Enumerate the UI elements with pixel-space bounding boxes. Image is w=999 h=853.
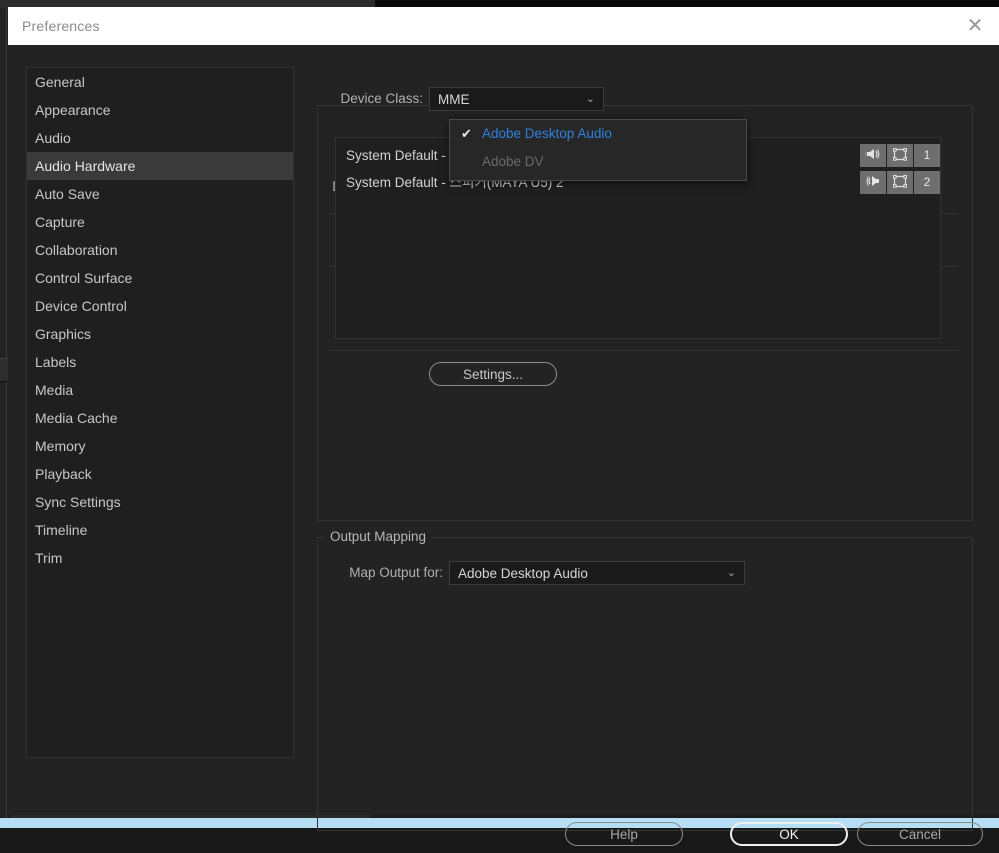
sidebar-item-label: Memory xyxy=(35,438,86,454)
map-output-value: Adobe Desktop Audio xyxy=(458,566,588,581)
dropdown-item-label: Adobe Desktop Audio xyxy=(482,126,612,141)
dialog-body: General Appearance Audio Audio Hardware Auto… xyxy=(8,45,999,815)
speaker-left-icon[interactable] xyxy=(860,144,886,167)
speaker-right-icon[interactable] xyxy=(860,171,886,194)
sidebar-item-label: Audio xyxy=(35,130,71,146)
dialog-footer: Help OK Cancel xyxy=(8,813,999,853)
device-class-value: MME xyxy=(438,92,470,107)
sidebar-item-label: Control Surface xyxy=(35,270,132,286)
help-button[interactable]: Help xyxy=(565,822,683,846)
sidebar-item-appearance[interactable]: Appearance xyxy=(27,96,293,124)
sidebar-item-label: Media Cache xyxy=(35,410,118,426)
sidebar-item-label: Playback xyxy=(35,466,92,482)
preferences-dialog: Preferences ✕ General Appearance Audio Audi… xyxy=(8,7,999,815)
sidebar-item-trim[interactable]: Trim xyxy=(27,544,293,572)
sidebar-item-label: Media xyxy=(35,382,73,398)
sidebar-item-sync-settings[interactable]: Sync Settings xyxy=(27,488,293,516)
sidebar-item-label: Audio Hardware xyxy=(35,158,135,174)
ok-button[interactable]: OK xyxy=(730,822,848,846)
sidebar-item-label: Capture xyxy=(35,214,85,230)
divider xyxy=(329,350,959,351)
channel-number-button[interactable]: 1 xyxy=(914,144,940,167)
dropdown-item-label: Adobe DV xyxy=(482,154,544,169)
sidebar-item-label: General xyxy=(35,74,85,90)
sidebar-item-label: Device Control xyxy=(35,298,127,314)
sidebar-item-label: Sync Settings xyxy=(35,494,121,510)
sidebar-item-label: Trim xyxy=(35,550,62,566)
sidebar-item-label: Appearance xyxy=(35,102,111,118)
sidebar-item-labels[interactable]: Labels xyxy=(27,348,293,376)
sidebar-item-label: Collaboration xyxy=(35,242,118,258)
dialog-title: Preferences xyxy=(22,18,100,34)
cancel-button[interactable]: Cancel xyxy=(857,822,983,846)
sidebar-item-audio[interactable]: Audio xyxy=(27,124,293,152)
settings-button[interactable]: Settings... xyxy=(429,362,557,386)
sidebar-item-capture[interactable]: Capture xyxy=(27,208,293,236)
sidebar-item-general[interactable]: General xyxy=(27,68,293,96)
preferences-category-list[interactable]: General Appearance Audio Audio Hardware Auto… xyxy=(26,67,294,758)
sidebar-item-label: Labels xyxy=(35,354,76,370)
dropdown-item-adobe-desktop-audio[interactable]: ✔ Adobe Desktop Audio xyxy=(450,120,746,148)
check-icon: ✔ xyxy=(461,120,472,148)
sidebar-item-audio-hardware[interactable]: Audio Hardware xyxy=(27,152,293,180)
chevron-down-icon: ⌄ xyxy=(586,88,595,111)
sidebar-item-graphics[interactable]: Graphics xyxy=(27,320,293,348)
device-class-select[interactable]: MME ⌄ xyxy=(429,87,604,111)
channel-number-button[interactable]: 2 xyxy=(914,171,940,194)
output-mapping-title: Output Mapping xyxy=(325,529,431,544)
output-mapping-row-controls: 1 xyxy=(859,144,940,167)
sidebar-item-playback[interactable]: Playback xyxy=(27,460,293,488)
clip-icon[interactable] xyxy=(887,171,913,194)
sidebar-item-auto-save[interactable]: Auto Save xyxy=(27,180,293,208)
sidebar-item-media[interactable]: Media xyxy=(27,376,293,404)
close-icon[interactable]: ✕ xyxy=(963,15,987,39)
clip-icon[interactable] xyxy=(887,144,913,167)
map-output-label: Map Output for: xyxy=(349,561,443,585)
output-mapping-row-controls: 2 xyxy=(859,171,940,194)
sidebar-item-label: Timeline xyxy=(35,522,87,538)
dialog-titlebar: Preferences ✕ xyxy=(8,7,999,45)
background-app-left-divider xyxy=(6,9,7,819)
chevron-down-icon: ⌄ xyxy=(727,562,736,585)
sidebar-item-device-control[interactable]: Device Control xyxy=(27,292,293,320)
sidebar-item-memory[interactable]: Memory xyxy=(27,432,293,460)
audio-hardware-pane: Device Class: MME ⌄ Default Input: No In… xyxy=(311,67,979,756)
sidebar-item-control-surface[interactable]: Control Surface xyxy=(27,264,293,292)
map-output-dropdown-menu[interactable]: ✔ Adobe Desktop Audio Adobe DV xyxy=(449,119,747,181)
sidebar-item-media-cache[interactable]: Media Cache xyxy=(27,404,293,432)
map-output-row: Map Output for: xyxy=(321,561,443,585)
sidebar-item-label: Graphics xyxy=(35,326,91,342)
sidebar-item-collaboration[interactable]: Collaboration xyxy=(27,236,293,264)
dropdown-item-adobe-dv: Adobe DV xyxy=(450,148,746,176)
sidebar-item-label: Auto Save xyxy=(35,186,100,202)
sidebar-item-timeline[interactable]: Timeline xyxy=(27,516,293,544)
map-output-select[interactable]: Adobe Desktop Audio ⌄ xyxy=(449,561,745,585)
